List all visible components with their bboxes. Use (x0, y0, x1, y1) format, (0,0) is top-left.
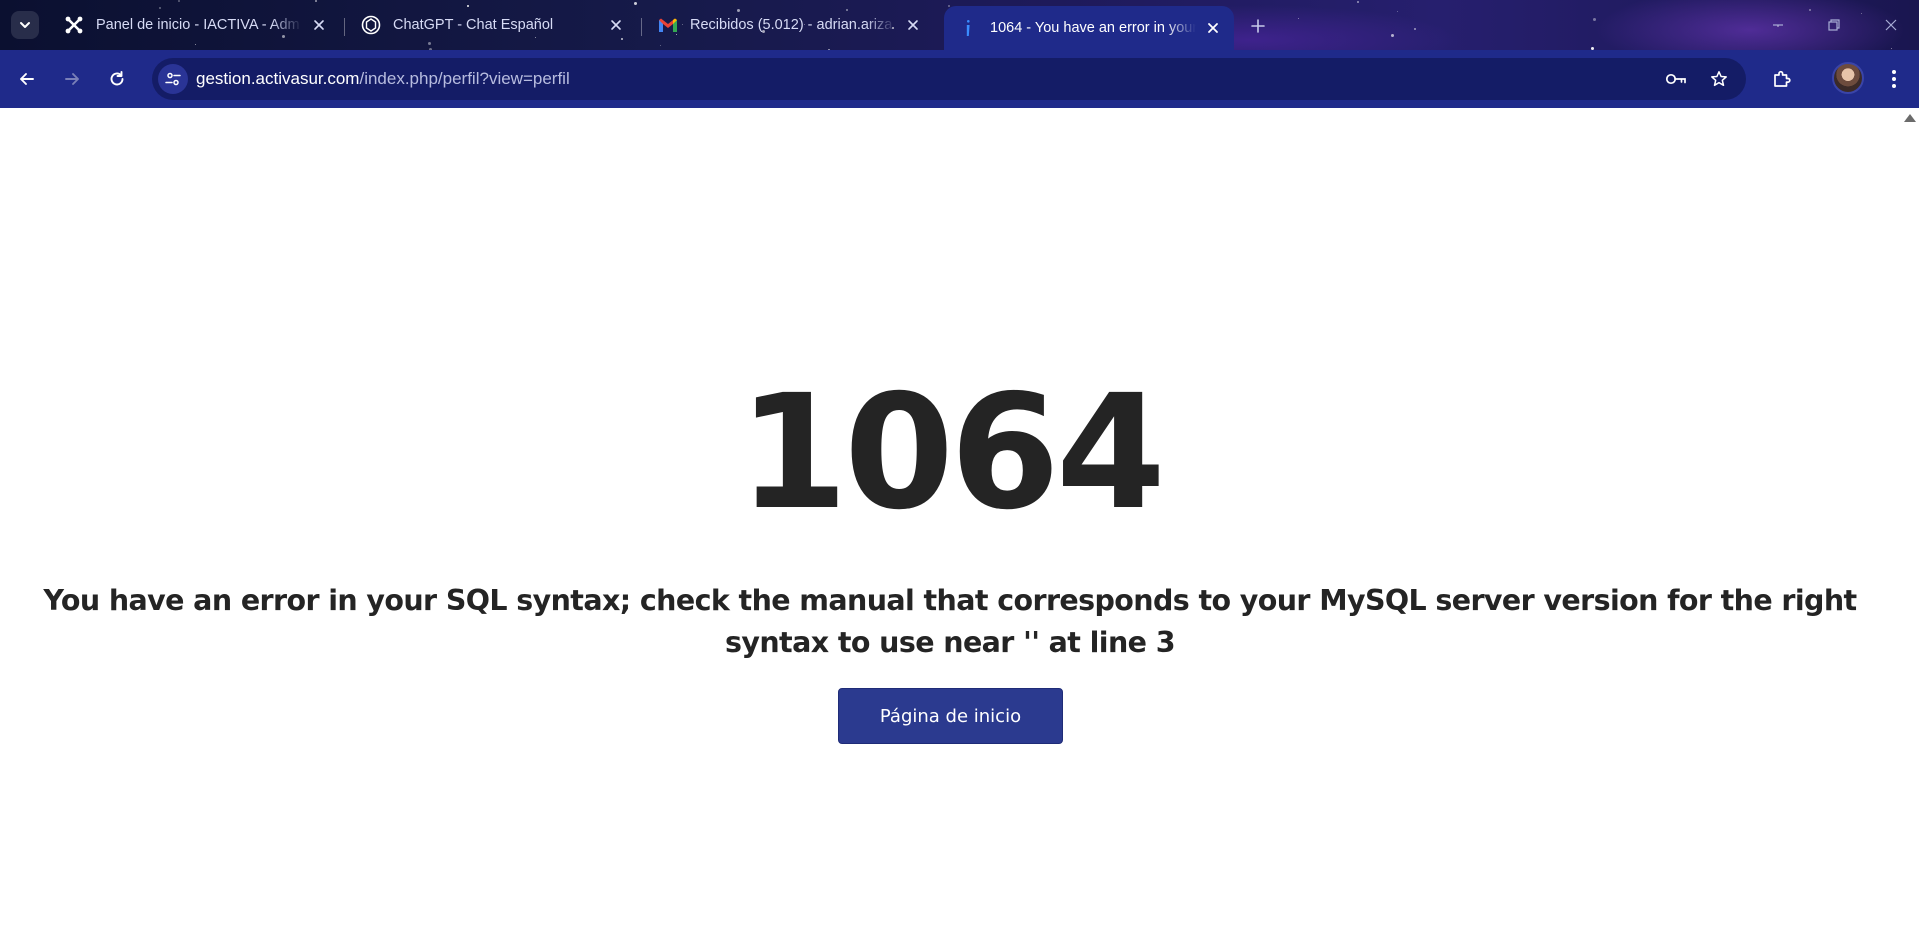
url-path: /index.php/perfil?view=perfil (359, 69, 570, 88)
puzzle-icon (1774, 70, 1791, 87)
restore-button[interactable] (1819, 10, 1849, 40)
error-message: You have an error in your SQL syntax; ch… (43, 584, 1857, 659)
address-bar[interactable]: gestion.activasur.com/index.php/perfil?v… (152, 58, 1746, 100)
arrow-right-icon (65, 73, 79, 85)
chatgpt-icon (361, 15, 381, 35)
url-text[interactable]: gestion.activasur.com/index.php/perfil?v… (196, 69, 570, 89)
password-key-button[interactable] (1661, 64, 1691, 94)
close-window-button[interactable] (1876, 10, 1906, 40)
info-icon (958, 18, 978, 38)
star-icon (1711, 71, 1727, 87)
joomla-icon (64, 15, 84, 35)
tab-error-page[interactable]: 1064 - You have an error in your (944, 6, 1234, 50)
gmail-icon (658, 15, 678, 35)
browser-menu-button[interactable] (1878, 63, 1910, 95)
key-icon (1665, 73, 1686, 85)
reload-button[interactable] (101, 63, 133, 95)
tab-separator (641, 18, 642, 36)
tab-separator (344, 18, 345, 36)
tab-strip: Panel de inicio - IACTIVA - Adm ChatGPT … (0, 0, 1919, 50)
browser-chrome: Panel de inicio - IACTIVA - Adm ChatGPT … (0, 0, 1919, 108)
tab-chatgpt[interactable]: ChatGPT - Chat Español (347, 8, 637, 42)
extensions-button[interactable] (1766, 63, 1798, 95)
url-domain: gestion.activasur.com (196, 69, 360, 88)
scrollbar-up-arrow[interactable] (1904, 114, 1916, 122)
tab-title: 1064 - You have an error in your (990, 20, 1196, 36)
reload-icon (110, 71, 124, 86)
site-info-button[interactable] (158, 64, 188, 94)
close-icon (1885, 19, 1897, 31)
close-icon[interactable] (308, 14, 330, 36)
page-content: 1064 You have an error in your SQL synta… (0, 108, 1919, 944)
tab-title: Recibidos (5.012) - adrian.ariza (690, 17, 893, 33)
tab-search-button[interactable] (11, 11, 39, 39)
close-icon[interactable] (1202, 17, 1224, 39)
tune-icon (165, 72, 181, 86)
more-vert-icon (1892, 70, 1896, 88)
arrow-left-icon (20, 73, 34, 85)
minimize-icon (1773, 24, 1783, 26)
browser-toolbar: gestion.activasur.com/index.php/perfil?v… (0, 50, 1919, 108)
tab-title: Panel de inicio - IACTIVA - Adm (96, 17, 300, 33)
error-code: 1064 (738, 361, 1166, 545)
home-page-button[interactable]: Página de inicio (838, 688, 1063, 744)
back-button[interactable] (11, 63, 43, 95)
tab-gmail[interactable]: Recibidos (5.012) - adrian.ariza (644, 8, 934, 42)
avatar[interactable] (1832, 62, 1864, 94)
minimize-button[interactable] (1763, 10, 1793, 40)
forward-button[interactable] (56, 63, 88, 95)
close-icon[interactable] (605, 14, 627, 36)
tab-joomla[interactable]: Panel de inicio - IACTIVA - Adm (50, 8, 340, 42)
plus-icon (1251, 19, 1265, 33)
close-icon[interactable] (902, 14, 924, 36)
chevron-down-icon (20, 22, 30, 28)
tab-title: ChatGPT - Chat Español (393, 17, 554, 33)
bookmark-button[interactable] (1704, 64, 1734, 94)
restore-icon (1828, 19, 1840, 31)
new-tab-button[interactable] (1244, 12, 1272, 40)
